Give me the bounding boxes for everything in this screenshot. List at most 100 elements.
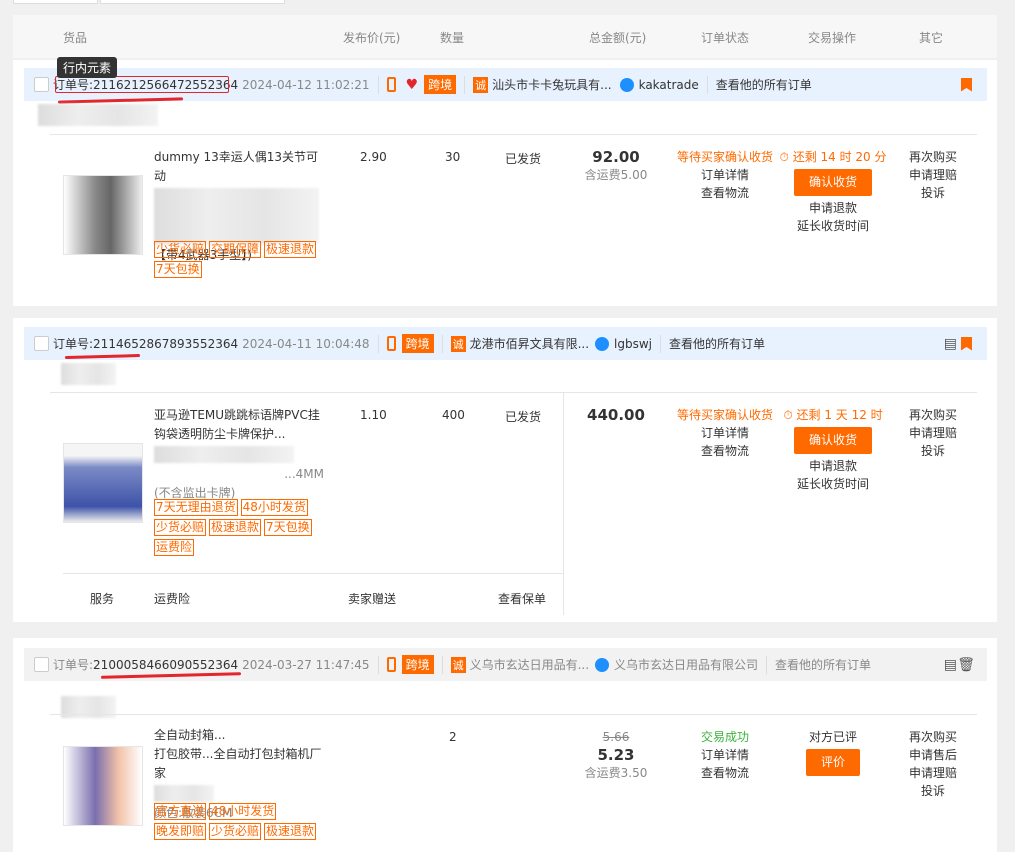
tag: 晚发即赔 <box>154 823 207 840</box>
order-no-label: 订单号: <box>53 337 94 351</box>
cross-border-badge: 跨境 <box>424 75 457 94</box>
order-detail-link[interactable]: 订单详情 <box>668 424 782 442</box>
col-order-status: 订单状态 <box>701 31 750 45</box>
view-logistics-link[interactable]: 查看物流 <box>668 184 782 202</box>
view-logistics-link[interactable]: 查看物流 <box>668 764 782 782</box>
wangwang-icon[interactable] <box>619 77 634 92</box>
quantity: 2 <box>449 730 457 744</box>
top-control[interactable] <box>13 0 98 4</box>
memo-icon[interactable]: ▤ <box>944 336 957 352</box>
order-detail-link[interactable]: 订单详情 <box>668 166 782 184</box>
col-qty: 数量 <box>440 31 465 45</box>
total-amount: 5.23 <box>597 746 635 764</box>
extend-receipt-link[interactable]: 延长收货时间 <box>778 217 888 235</box>
order-date: 2024-03-27 11:47:45 <box>242 657 370 672</box>
flag-icon[interactable] <box>961 336 972 351</box>
order-id[interactable]: 2100058466090552364 <box>93 658 238 672</box>
wangwang-icon[interactable] <box>595 657 610 672</box>
top-filter-input[interactable] <box>100 0 285 4</box>
ship-status: 已发货 <box>505 152 542 166</box>
refund-link[interactable]: 申请退款 <box>778 457 888 475</box>
view-logistics-link[interactable]: 查看物流 <box>668 442 782 460</box>
col-goods: 货品 <box>63 31 88 45</box>
wangwang-icon[interactable] <box>595 336 610 351</box>
tag: 运费险 <box>154 539 195 556</box>
complaint-link[interactable]: 投诉 <box>893 442 973 460</box>
mobile-icon <box>386 336 396 351</box>
col-other: 其它 <box>919 31 944 45</box>
order-date: 2024-04-12 11:02:21 <box>242 77 370 92</box>
complaint-link[interactable]: 投诉 <box>893 782 973 800</box>
tag: 48小时发货 <box>209 803 277 820</box>
view-all-orders-link[interactable]: 查看他的所有订单 <box>669 335 765 352</box>
countdown: 还剩 1 天 12 时 <box>796 408 883 422</box>
col-price: 发布价(元) <box>343 31 401 45</box>
order-checkbox[interactable] <box>34 336 49 351</box>
product-title[interactable]: 亚马逊TEMU跳跳标语牌PVC挂 钩袋透明防尘卡牌保护... ...4MM (不… <box>154 406 324 503</box>
cheng-icon: 诚 <box>450 656 466 673</box>
review-status: 对方已评 <box>808 730 857 744</box>
after-sale-link[interactable]: 申请售后 <box>893 746 973 764</box>
shop-name[interactable]: 汕头市卡卡兔玩具有... <box>492 76 611 93</box>
order-header: 订单号: 2114652867893552364 2024-04-11 10:0… <box>24 327 987 360</box>
complaint-link[interactable]: 投诉 <box>893 184 973 202</box>
countdown: 还剩 14 时 20 分 <box>792 150 887 164</box>
claim-link[interactable]: 申请理赔 <box>893 424 973 442</box>
order-card: 订单号: 2116212566472552364 2024-04-12 11:0… <box>13 60 997 306</box>
order-state: 等待买家确认收货 <box>676 408 773 422</box>
order-state: 等待买家确认收货 <box>676 150 773 164</box>
tag: 极速退款 <box>264 823 317 840</box>
seller-name[interactable]: lgbswj <box>614 337 652 351</box>
review-button[interactable]: 评价 <box>805 749 860 776</box>
mobile-icon <box>386 77 396 92</box>
tooltip: 行内元素 <box>57 57 118 78</box>
tag: 官方直送 <box>154 803 207 820</box>
product-image[interactable] <box>63 443 143 523</box>
trash-icon[interactable]: 🗑 <box>957 657 975 673</box>
total-amount: 92.00 <box>592 148 640 166</box>
service-provider: 卖家赠送 <box>348 592 397 606</box>
cheng-icon: 诚 <box>473 76 489 93</box>
buy-again-link[interactable]: 再次购买 <box>893 728 973 746</box>
seller-name[interactable]: 义乌市玄达日用品有限公司 <box>614 656 758 673</box>
order-card: 订单号: 2100058466090552364 2024-03-27 11:4… <box>13 638 997 852</box>
service-label: 服务 <box>90 592 115 606</box>
order-checkbox[interactable] <box>34 77 49 92</box>
order-id[interactable]: 2114652867893552364 <box>93 337 238 351</box>
quantity: 30 <box>445 150 461 164</box>
service-name: 运费险 <box>154 592 191 606</box>
confirm-receipt-button[interactable]: 确认收货 <box>793 169 872 196</box>
order-detail-link[interactable]: 订单详情 <box>668 746 782 764</box>
buy-again-link[interactable]: 再次购买 <box>893 406 973 424</box>
shipping-fee: 含运费5.00 <box>584 168 648 182</box>
buy-again-link[interactable]: 再次购买 <box>893 148 973 166</box>
claim-link[interactable]: 申请理赔 <box>893 166 973 184</box>
refund-link[interactable]: 申请退款 <box>778 199 888 217</box>
confirm-receipt-button[interactable]: 确认收货 <box>793 427 872 454</box>
tag: 48小时发货 <box>240 499 308 516</box>
memo-icon[interactable]: ▤ <box>944 657 957 673</box>
shop-name[interactable]: 义乌市玄达日用品有... <box>470 656 589 673</box>
cross-border-badge: 跨境 <box>401 334 434 353</box>
mobile-icon <box>386 657 396 672</box>
cheng-icon: 诚 <box>450 335 466 352</box>
seller-name[interactable]: kakatrade <box>639 78 699 92</box>
view-policy-link[interactable]: 查看保单 <box>498 590 546 607</box>
cross-border-badge: 跨境 <box>401 655 434 674</box>
tmall-icon: ♥ <box>405 76 419 93</box>
total-amount: 440.00 <box>587 406 645 424</box>
order-card: 订单号: 2114652867893552364 2024-04-11 10:0… <box>13 318 997 622</box>
tag: 极速退款 <box>209 519 262 536</box>
product-image[interactable] <box>63 175 143 255</box>
tag: 7天包换 <box>154 261 202 278</box>
tag: 少货必赔 <box>154 241 207 258</box>
product-image[interactable] <box>63 746 143 826</box>
order-checkbox[interactable] <box>34 657 49 672</box>
claim-link[interactable]: 申请理赔 <box>893 764 973 782</box>
view-all-orders-link[interactable]: 查看他的所有订单 <box>716 76 812 93</box>
shop-name[interactable]: 龙港市佰昇文具有限... <box>470 335 589 352</box>
view-all-orders-link[interactable]: 查看他的所有订单 <box>775 656 871 673</box>
extend-receipt-link[interactable]: 延长收货时间 <box>778 475 888 493</box>
tag: 极速退款 <box>264 241 317 258</box>
flag-icon[interactable] <box>961 77 972 92</box>
